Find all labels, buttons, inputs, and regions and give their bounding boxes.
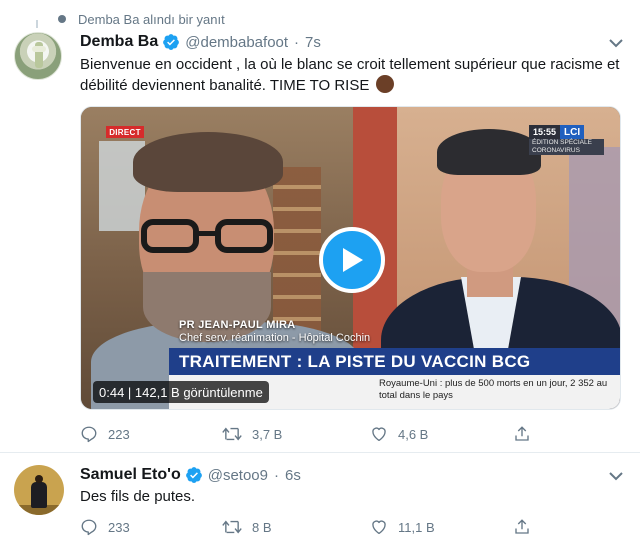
- tweet-text-content: Bienvenue en occident , la où le blanc s…: [80, 56, 620, 94]
- separator: ·: [294, 33, 300, 51]
- avatar-image: [35, 475, 43, 483]
- like-count: 11,1 B: [398, 519, 435, 535]
- reply-icon: [81, 519, 97, 536]
- live-badge: DIRECT: [106, 126, 144, 138]
- lower-third-name: PR JEAN-PAUL MIRA: [179, 319, 296, 331]
- tweet-samuel-etoo[interactable]: Samuel Eto'o @setoo9 · 6s Des fils de pu…: [0, 455, 640, 546]
- verified-badge-icon: [162, 33, 180, 51]
- reply-icon: [81, 426, 97, 443]
- heart-icon: [372, 427, 386, 442]
- timestamp[interactable]: 7s: [305, 34, 321, 51]
- retweet-button[interactable]: 3,7 B: [222, 424, 282, 444]
- channel-badge: 15:55 LCI: [529, 125, 585, 139]
- separator: ·: [273, 466, 279, 484]
- tweet-demba-ba[interactable]: Demba Ba @dembabafoot · 7s Bienvenue en …: [0, 28, 640, 452]
- reply-context: Demba Ba alındı bir yanıt: [58, 10, 225, 28]
- retweet-icon: [222, 520, 242, 534]
- reply-button[interactable]: 223: [80, 424, 130, 444]
- channel-logo: LCI: [560, 125, 585, 139]
- user-handle[interactable]: @dembabafoot: [185, 34, 288, 51]
- avatar[interactable]: [14, 32, 62, 80]
- context-dot-icon: [58, 15, 66, 23]
- heart-icon: [372, 520, 386, 535]
- reply-button[interactable]: 233: [80, 517, 130, 537]
- lower-third-title: Chef serv. réanimation - Hôpital Cochin: [179, 332, 371, 344]
- share-icon: [515, 426, 529, 441]
- verified-badge-icon: [185, 466, 203, 484]
- raised-fist-emoji-icon: [375, 75, 394, 93]
- video-player[interactable]: DIRECT 15:55 LCI ÉDITION SPÉCIALE CORONA…: [80, 106, 621, 410]
- like-button[interactable]: 11,1 B: [370, 517, 435, 537]
- reply-count: 233: [108, 519, 130, 535]
- retweet-button[interactable]: 8 B: [222, 517, 272, 537]
- tweet-divider: [0, 452, 640, 453]
- avatar-image: [32, 42, 46, 68]
- like-count: 4,6 B: [398, 426, 429, 442]
- tweet-header: Demba Ba @dembabafoot · 7s: [80, 32, 321, 52]
- thread-line: [36, 20, 38, 28]
- channel-clock: 15:55: [529, 125, 561, 139]
- tweet-actions: 233 8 B 11,1 B: [80, 517, 580, 537]
- share-icon: [515, 519, 529, 534]
- avatar[interactable]: [14, 465, 64, 515]
- play-button[interactable]: [319, 227, 385, 293]
- user-name[interactable]: Samuel Eto'o: [80, 466, 181, 484]
- share-button[interactable]: [513, 424, 541, 444]
- retweet-count: 8 B: [252, 519, 272, 535]
- tweet-actions: 223 3,7 B 4,6 B: [80, 424, 580, 444]
- more-options-chevron-down-icon[interactable]: [608, 36, 624, 50]
- timestamp[interactable]: 6s: [285, 467, 301, 484]
- reply-context-text: Demba Ba alındı bir yanıt: [78, 11, 225, 27]
- like-button[interactable]: 4,6 B: [370, 424, 428, 444]
- retweet-count: 3,7 B: [252, 426, 283, 442]
- tweet-header: Samuel Eto'o @setoo9 · 6s: [80, 465, 301, 485]
- reply-count: 223: [108, 426, 130, 442]
- tweet-text: Des fils de putes.: [80, 488, 196, 505]
- share-button[interactable]: [513, 517, 541, 537]
- channel-subtitle: ÉDITION SPÉCIALE CORONAVIRUS: [529, 139, 604, 155]
- more-options-chevron-down-icon[interactable]: [608, 469, 624, 483]
- play-icon: [343, 248, 363, 272]
- news-headline: TRAITEMENT : LA PISTE DU VACCIN BCG: [169, 348, 620, 375]
- video-stats: 0:44 | 142,1 B görüntülenme: [93, 381, 269, 403]
- user-name[interactable]: Demba Ba: [80, 33, 158, 51]
- tweet-text: Bienvenue en occident , la où le blanc s…: [80, 54, 620, 96]
- user-handle[interactable]: @setoo9: [208, 467, 268, 484]
- retweet-icon: [222, 427, 242, 441]
